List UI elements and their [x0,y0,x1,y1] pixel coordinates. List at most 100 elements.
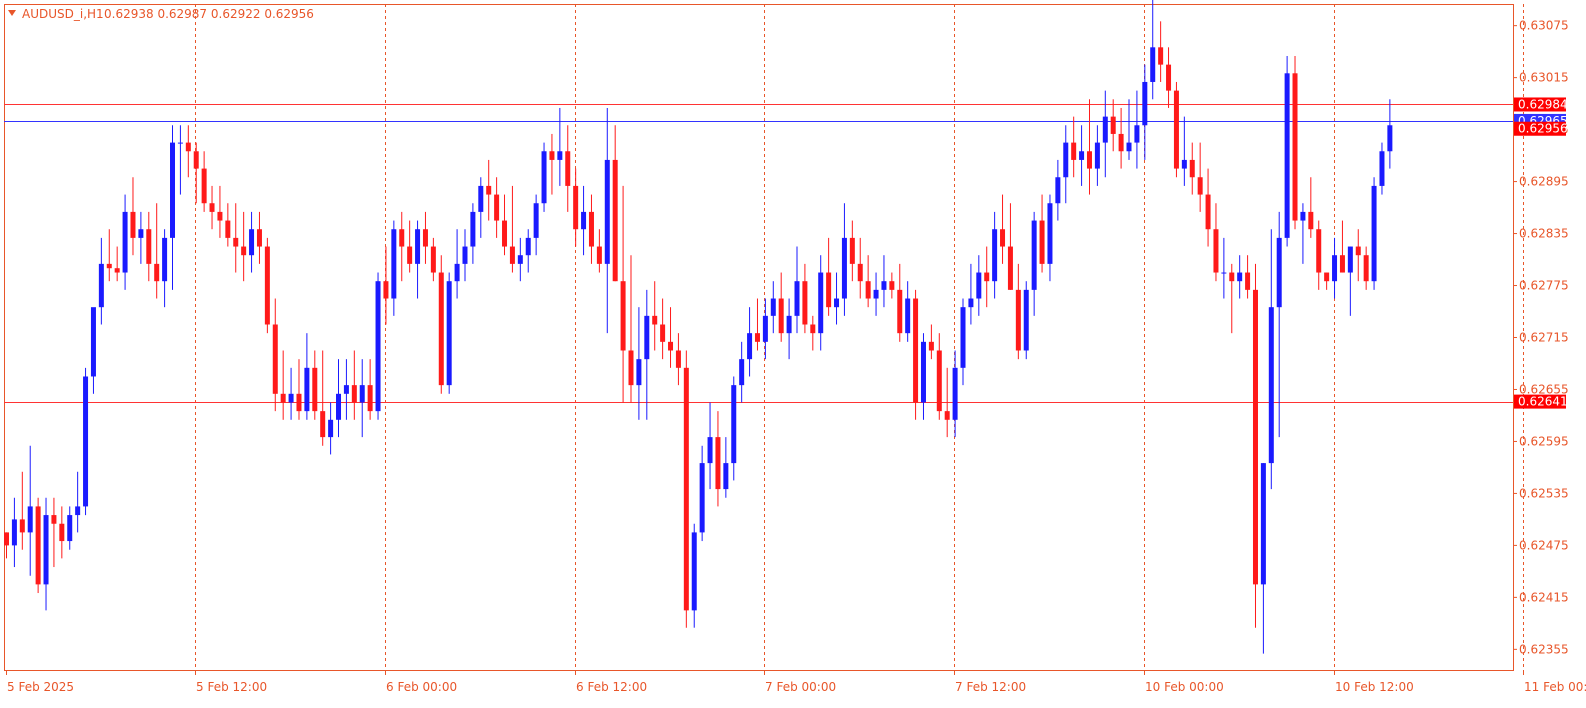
candle [1316,220,1322,290]
candle-body [486,185,492,195]
candle-body [249,229,255,256]
candle [549,133,555,195]
time-tick-label: 7 Feb 00:00 [765,680,836,694]
candle [810,315,816,351]
time-tick-label: 11 Feb 00:00 [1524,680,1586,694]
candle [209,185,215,230]
candle-body [470,211,476,247]
candle-body [573,185,579,230]
candle-body [1086,151,1092,169]
candle-body [1023,289,1029,351]
candle-body [1055,177,1061,204]
candle-body [754,333,760,342]
candle [723,437,729,498]
candle [249,211,255,273]
candle [1007,203,1013,290]
time-tick-label: 5 Feb 2025 [7,680,74,694]
candle-body [154,263,160,282]
candle [1237,255,1243,299]
candle [90,307,96,394]
candle [541,142,547,212]
candle-body [920,341,926,403]
candle [1387,99,1393,169]
candle [351,350,357,420]
candle-body [849,237,855,264]
candle-body [944,411,950,420]
candle-body [1063,142,1069,178]
candle-body [1039,220,1045,264]
candle [1300,203,1306,264]
candle-body [1363,255,1369,282]
candle [794,246,800,334]
candle-body [596,246,602,264]
candle-body [296,393,302,412]
candle-body [1079,151,1085,160]
candle-body [778,298,784,334]
price-tick-label: 0.62835 [1519,227,1569,241]
candle-body [1007,246,1013,290]
candle-body [1015,289,1021,351]
candle [1252,263,1258,628]
candle [865,255,871,308]
candle-body [438,272,444,386]
price-tick-label: 0.62355 [1519,642,1569,656]
candle [747,307,753,377]
candle [660,298,666,360]
candle [233,203,239,273]
candle [367,359,373,420]
candle [241,211,247,282]
candle [170,125,176,290]
price-tick-label: 0.62895 [1519,175,1569,189]
candle [628,255,634,403]
candle-body [343,385,349,394]
candlestick-chart[interactable]: AUDUSD_i,H1 0.62938 0.62987 0.62922 0.62… [0,0,1586,708]
candle-body [1284,73,1290,238]
candle-body [960,307,966,368]
candle-body [90,307,96,377]
candle [51,497,57,568]
candle-body [1142,81,1148,126]
candle-body [739,359,745,386]
ohlc-readout: 0.62938 0.62987 0.62922 0.62956 [104,7,314,21]
candle [320,350,326,446]
candle [604,107,610,334]
triangle-down-icon[interactable] [8,10,16,16]
candle [185,125,191,178]
price-tag-label: 0.62956 [1518,122,1568,136]
candle [1363,246,1369,290]
candle [913,289,919,420]
candle-body [67,515,73,542]
candle-body [557,151,563,160]
candle [715,411,721,507]
candle [1173,81,1179,178]
candle [162,229,168,308]
candle [280,350,286,420]
candle-body [1221,272,1227,274]
candle [905,281,911,342]
candle [1047,194,1053,282]
candle [802,263,808,334]
candle [106,229,112,282]
candle [27,445,33,576]
candle-body [826,272,832,308]
candle-body [399,229,405,247]
candle [936,333,942,420]
candle [1126,99,1132,160]
candle [1332,237,1338,299]
candle-body [462,246,468,264]
candle-body [731,385,737,464]
candle-body [1300,211,1306,221]
candle [1205,168,1211,247]
candle [762,298,768,360]
candle-body [1237,272,1243,282]
price-tick-label: 0.63015 [1519,71,1569,85]
candle-body [351,385,357,403]
candle [557,107,563,186]
candle-body [533,203,539,238]
candle [739,341,745,403]
candle [1071,116,1077,178]
candle [770,281,776,334]
candle-body [1292,73,1298,221]
candle [644,289,650,420]
candle-body [162,237,168,282]
